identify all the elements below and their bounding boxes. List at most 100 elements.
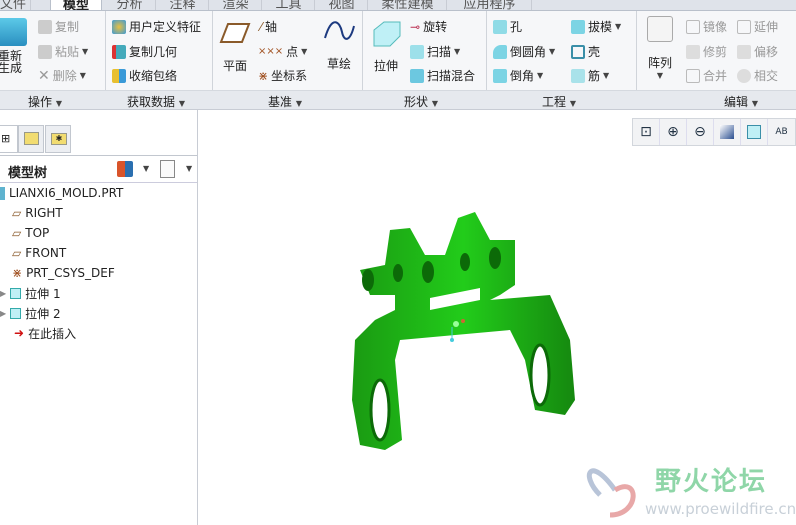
draft-button[interactable]: 拔模 ▼: [571, 18, 621, 35]
revolve-button[interactable]: ⊸ 旋转: [410, 18, 447, 35]
axis-icon: ⁄: [260, 19, 263, 34]
tab-render[interactable]: 渲染: [210, 0, 262, 10]
copy-icon: [38, 19, 52, 34]
hole-button[interactable]: 孔: [493, 18, 522, 35]
repaint-button[interactable]: [714, 119, 741, 145]
merge-icon: [686, 68, 700, 83]
intersect-button[interactable]: 相交: [737, 67, 778, 84]
tab-favorites[interactable]: ✱: [45, 125, 71, 153]
tab-layers[interactable]: [18, 125, 44, 153]
refit-button[interactable]: ⊡: [633, 119, 660, 145]
extrude-icon: [373, 21, 401, 47]
delete-button[interactable]: ✕ 删除 ▼: [38, 67, 86, 84]
trim-icon: [686, 44, 700, 59]
delete-icon: ✕: [38, 67, 50, 84]
settings-tools-icon[interactable]: [117, 161, 133, 177]
round-icon: [493, 44, 507, 59]
tree-item-right[interactable]: ▱ RIGHT: [12, 203, 63, 223]
tree-filter-dropdown[interactable]: ▼: [186, 164, 192, 173]
plane-icon: [219, 23, 251, 43]
axis-button[interactable]: ⁄ 轴: [260, 18, 277, 35]
expand-arrow[interactable]: ▶: [0, 289, 6, 298]
trim-button[interactable]: 修剪: [686, 43, 727, 60]
extrude-icon: [10, 287, 22, 299]
model-tree-header: 模型树 ▼ ▼: [0, 155, 197, 183]
regenerate-icon: [0, 18, 27, 46]
csys-button[interactable]: ⋇ 坐标系: [258, 67, 307, 84]
tree-item-part[interactable]: LIANXI6_MOLD.PRT: [0, 183, 123, 203]
sweep-button[interactable]: 扫描 ▼: [410, 43, 460, 60]
shrinkwrap-icon: [112, 68, 126, 83]
pattern-icon: [647, 16, 673, 42]
tab-annotate[interactable]: 注释: [157, 0, 209, 10]
mirror-button[interactable]: 镜像: [686, 18, 727, 35]
shell-icon: [571, 44, 585, 59]
tab-view[interactable]: 视图: [316, 0, 368, 10]
tab-tools[interactable]: 工具: [263, 0, 315, 10]
group-editing[interactable]: 编辑 ▼: [724, 93, 758, 110]
tree-item-csys[interactable]: ⋇ PRT_CSYS_DEF: [12, 263, 115, 283]
watermark-name: 野火论坛: [655, 467, 768, 497]
paste-icon: [38, 44, 52, 59]
pattern-button[interactable]: 阵列 ▼: [642, 16, 678, 80]
3d-model-viewport[interactable]: [340, 200, 590, 460]
paste-button[interactable]: 粘贴 ▼: [38, 43, 88, 60]
extrude-button[interactable]: 拉伸: [368, 18, 404, 74]
plane-button[interactable]: 平面: [217, 20, 253, 74]
group-shapes[interactable]: 形状 ▼: [404, 93, 438, 110]
group-get-data[interactable]: 获取数据 ▼: [127, 93, 185, 110]
zoom-in-icon: ⊕: [667, 124, 679, 140]
tab-applications[interactable]: 应用程序: [448, 0, 532, 10]
group-engineering[interactable]: 工程 ▼: [542, 93, 576, 110]
chamfer-button[interactable]: 倒角 ▼: [493, 67, 543, 84]
merge-button[interactable]: 合并: [686, 67, 727, 84]
intersect-icon: [737, 68, 751, 83]
shell-button[interactable]: 壳: [571, 43, 600, 60]
swept-blend-button[interactable]: 扫描混合: [410, 67, 475, 84]
rib-icon: [571, 68, 585, 83]
user-defined-feature-button[interactable]: 用户定义特征: [112, 18, 201, 35]
datum-plane-icon: ▱: [12, 226, 22, 240]
rib-button[interactable]: 筋 ▼: [571, 67, 609, 84]
sketch-button[interactable]: 草绘: [320, 18, 358, 72]
model-tree-panel: ⊞ ✱ 模型树 ▼ ▼ LIANXI6_MOLD.PRT ▱ RIGHT ▱ TOP…: [0, 110, 198, 525]
favorites-folder-icon: ✱: [51, 133, 67, 145]
tree-item-top[interactable]: ▱ TOP: [12, 223, 49, 243]
copy-button[interactable]: 复制: [38, 18, 79, 35]
tree-icon: ⊞: [1, 132, 11, 145]
tree-item-front[interactable]: ▱ FRONT: [12, 243, 66, 263]
mirror-icon: [686, 19, 700, 34]
round-button[interactable]: 倒圆角 ▼: [493, 43, 555, 60]
point-button[interactable]: ××× 点 ▼: [258, 43, 307, 60]
group-datum[interactable]: 基准 ▼: [268, 93, 302, 110]
expand-arrow[interactable]: ▶: [0, 309, 6, 318]
offset-button[interactable]: 偏移: [737, 43, 778, 60]
part-icon: [0, 186, 5, 200]
saved-views-button[interactable]: AB: [768, 119, 795, 145]
group-operations[interactable]: 操作 ▼: [28, 93, 62, 110]
zoom-out-button[interactable]: ⊖: [687, 119, 714, 145]
csys-icon: ⋇: [258, 68, 269, 83]
tab-model-tree[interactable]: ⊞: [0, 125, 18, 153]
tree-filter-icon[interactable]: [160, 160, 175, 178]
tree-item-insert-here[interactable]: ➜ 在此插入: [14, 323, 76, 343]
extend-button[interactable]: 延伸: [737, 18, 778, 35]
chamfer-icon: [493, 68, 507, 83]
regenerate-button[interactable]: 重新生成: [0, 18, 32, 74]
datum-plane-icon: ▱: [12, 246, 22, 260]
copy-geometry-button[interactable]: 复制几何: [112, 43, 177, 60]
display-style-button[interactable]: [741, 119, 768, 145]
draft-icon: [571, 19, 585, 34]
shrinkwrap-button[interactable]: 收缩包络: [112, 67, 177, 84]
tab-analysis[interactable]: 分析: [104, 0, 156, 10]
tab-file[interactable]: 文件: [0, 0, 32, 10]
tab-flexible-modeling[interactable]: 柔性建模: [369, 0, 447, 10]
watermark: 野火论坛 www.proewildfire.cn: [585, 455, 796, 525]
tree-item-extrude-1[interactable]: ▶ 拉伸 1: [0, 283, 61, 303]
tree-item-extrude-2[interactable]: ▶ 拉伸 2: [0, 303, 61, 323]
zoom-in-button[interactable]: ⊕: [660, 119, 687, 145]
watermark-butterfly-logo: [586, 468, 636, 518]
settings-dropdown[interactable]: ▼: [143, 164, 149, 173]
tab-model[interactable]: 模型: [50, 0, 102, 10]
watermark-url: www.proewildfire.cn: [645, 500, 796, 518]
